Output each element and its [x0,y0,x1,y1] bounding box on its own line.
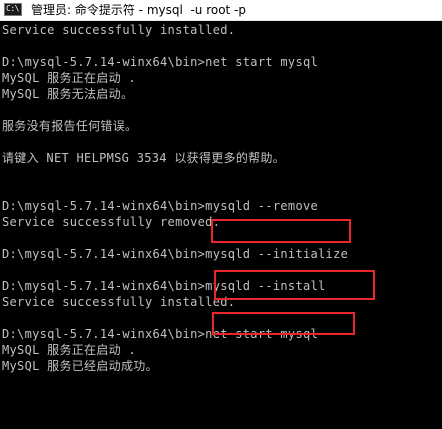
console-line-install-command: D:\mysql-5.7.14-winx64\bin>mysqld --inst… [2,279,326,293]
console-line-remove-command: D:\mysql-5.7.14-winx64\bin>mysqld --remo… [2,199,319,213]
console-line: D:\mysql-5.7.14-winx64\bin>net start mys… [2,327,319,341]
command-prompt-icon-label: C:\ [6,4,19,13]
console-line-initialize-command: D:\mysql-5.7.14-winx64\bin>mysqld --init… [2,247,349,261]
console-line: Service successfully removed. [2,215,221,229]
console-line: 服务没有报告任何错误。 [2,119,138,133]
cmd-window: C:\ 管理员: 命令提示符 - mysql -u root -p Servic… [0,0,442,429]
title-bar[interactable]: C:\ 管理员: 命令提示符 - mysql -u root -p [0,0,442,21]
console-line: Service successfully installed. [2,295,236,309]
console-line: Service successfully installed. [2,23,236,37]
window-title: 管理员: 命令提示符 - mysql -u root -p [31,3,247,17]
console-line: MySQL 服务正在启动 . [2,343,136,357]
command-prompt-icon: C:\ [4,3,22,16]
console-line: D:\mysql-5.7.14-winx64\bin>net start mys… [2,55,319,69]
console-line: 请键入 NET HELPMSG 3534 以获得更多的帮助。 [2,151,286,165]
console-line: MySQL 服务无法启动。 [2,87,134,101]
console-line: MySQL 服务正在启动 . [2,71,136,85]
console-line: MySQL 服务已经启动成功。 [2,359,158,373]
console-output[interactable]: Service successfully installed. D:\mysql… [2,22,442,374]
